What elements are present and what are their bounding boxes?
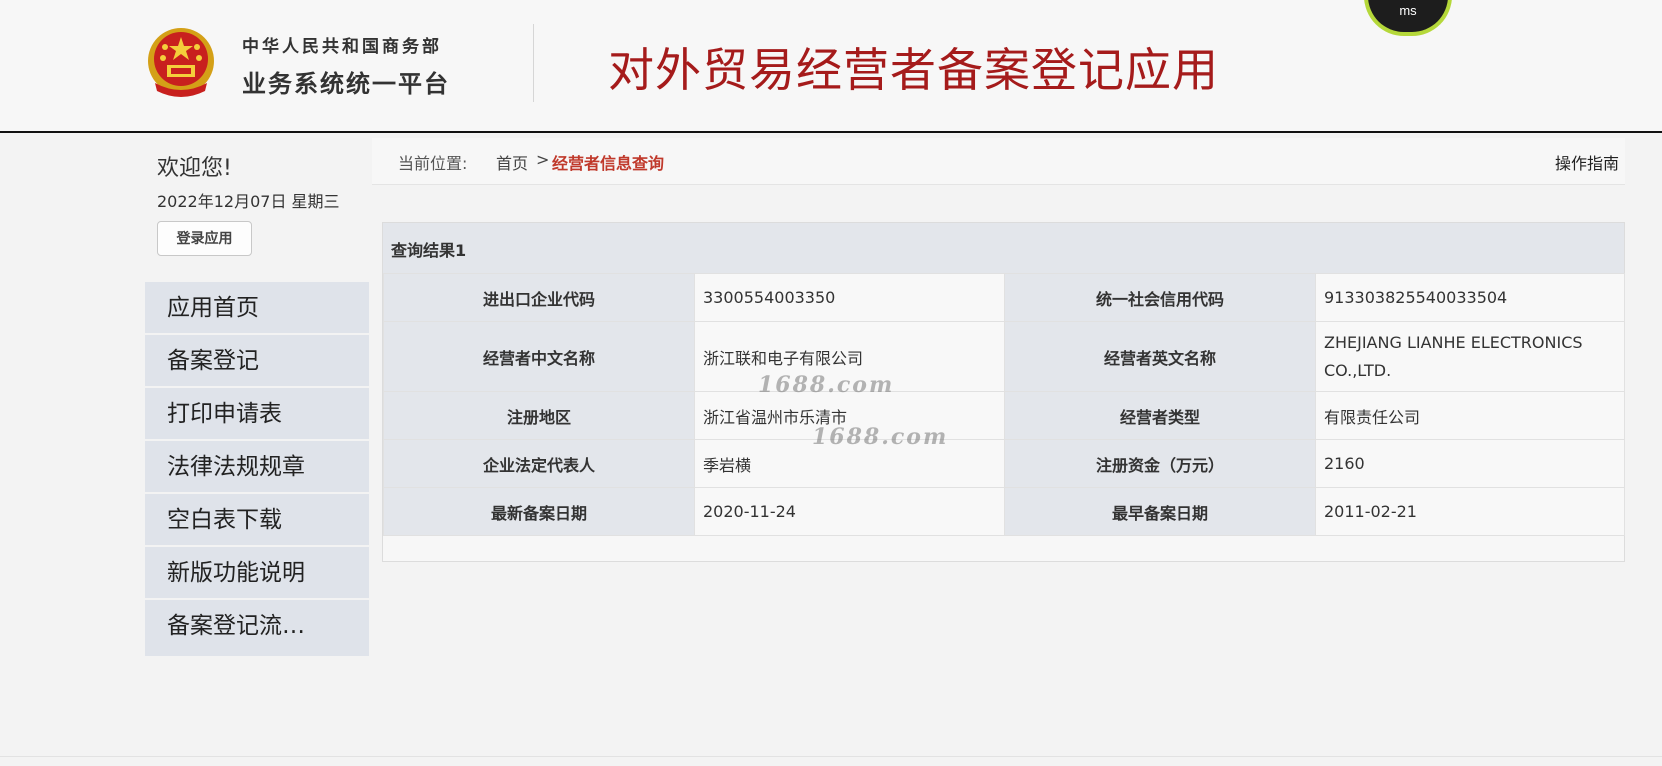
query-result-panel: 查询结果1 进出口企业代码 3300554003350 统一社会信用代码 913…	[382, 222, 1625, 562]
table-row: 最新备案日期 2020-11-24 最早备案日期 2011-02-21	[383, 487, 1625, 536]
field-value: 91330382554003350​4	[1315, 273, 1625, 322]
breadcrumb-home-link[interactable]: 首页	[496, 150, 528, 174]
field-label: 注册地区	[383, 391, 695, 440]
operation-guide-link[interactable]: 操作指南	[1555, 150, 1619, 174]
result-title: 查询结果1	[391, 241, 467, 260]
current-date: 2022年12月07日 星期三	[157, 192, 340, 211]
org-name-line1: 中华人民共和国商务部	[242, 37, 442, 57]
footer-divider	[0, 756, 1662, 757]
breadcrumb-label: 当前位置:	[398, 154, 468, 173]
field-label: 经营者类型	[1004, 391, 1316, 440]
field-label: 经营者中文名称	[383, 321, 695, 392]
field-label: 最早备案日期	[1004, 487, 1316, 536]
field-label: 统一社会信用代码	[1004, 273, 1316, 322]
field-label: 进出口企业代码	[383, 273, 695, 322]
field-value: 3300554003350	[694, 273, 1005, 322]
field-label: 经营者英文名称	[1004, 321, 1316, 392]
sidebar-item-process[interactable]: 备案登记流…	[145, 600, 369, 656]
table-row: 进出口企业代码 3300554003350 统一社会信用代码 913303825…	[383, 273, 1625, 322]
app-title: 对外贸易经营者备案登记应用	[608, 43, 1219, 97]
field-value: 2020-11-24	[694, 487, 1005, 536]
field-value: ZHEJIANG LIANHE ELECTRONICS CO.,LTD.	[1315, 321, 1625, 392]
national-emblem-icon	[148, 28, 214, 97]
welcome-title: 欢迎您!	[157, 156, 232, 181]
latency-gauge: ms	[1364, 0, 1452, 36]
operator-info-table: 进出口企业代码 3300554003350 统一社会信用代码 913303825…	[383, 273, 1625, 536]
field-label: 注册资金（万元）	[1004, 439, 1316, 488]
latency-gauge-label: ms	[1399, 3, 1417, 18]
page-header: 中华人民共和国商务部 业务系统统一平台 对外贸易经营者备案登记应用 ms	[0, 0, 1662, 133]
watermark-1688: 1688.com	[812, 424, 949, 450]
header-divider	[533, 24, 534, 102]
field-value: 2160	[1315, 439, 1625, 488]
field-label: 最新备案日期	[383, 487, 695, 536]
watermark-1688: 1688.com	[758, 372, 895, 398]
sidebar-item-registration[interactable]: 备案登记	[145, 335, 369, 388]
table-row: 经营者中文名称 浙江联和电子有限公司 经营者英文名称 ZHEJIANG LIAN…	[383, 321, 1625, 392]
sidebar-item-laws[interactable]: 法律法规规章	[145, 441, 369, 494]
sidebar-item-app-home[interactable]: 应用首页	[145, 282, 369, 335]
org-name-line2: 业务系统统一平台	[242, 70, 450, 98]
sidebar-item-blank-forms[interactable]: 空白表下载	[145, 494, 369, 547]
field-label: 企业法定代表人	[383, 439, 695, 488]
sidebar-item-new-features[interactable]: 新版功能说明	[145, 547, 369, 600]
table-row: 企业法定代表人 季岩横 注册资金（万元） 2160	[383, 439, 1625, 488]
field-value: 有限责任公司	[1315, 391, 1625, 440]
table-row: 注册地区 浙江省温州市乐清市 经营者类型 有限责任公司	[383, 391, 1625, 440]
breadcrumb-current: 经营者信息查询	[552, 154, 665, 173]
result-header: 查询结果1	[383, 223, 1624, 273]
welcome-box: 欢迎您! 2022年12月07日 星期三 登录应用	[145, 140, 369, 276]
breadcrumb-separator: >	[536, 150, 550, 169]
breadcrumb: 当前位置: 首页 > 经营者信息查询 操作指南	[372, 138, 1625, 185]
sidebar-item-print-form[interactable]: 打印申请表	[145, 388, 369, 441]
login-app-button[interactable]: 登录应用	[157, 221, 252, 256]
sidebar-nav: 应用首页 备案登记 打印申请表 法律法规规章 空白表下载 新版功能说明 备案登记…	[145, 282, 369, 656]
field-value: 2011-02-21	[1315, 487, 1625, 536]
